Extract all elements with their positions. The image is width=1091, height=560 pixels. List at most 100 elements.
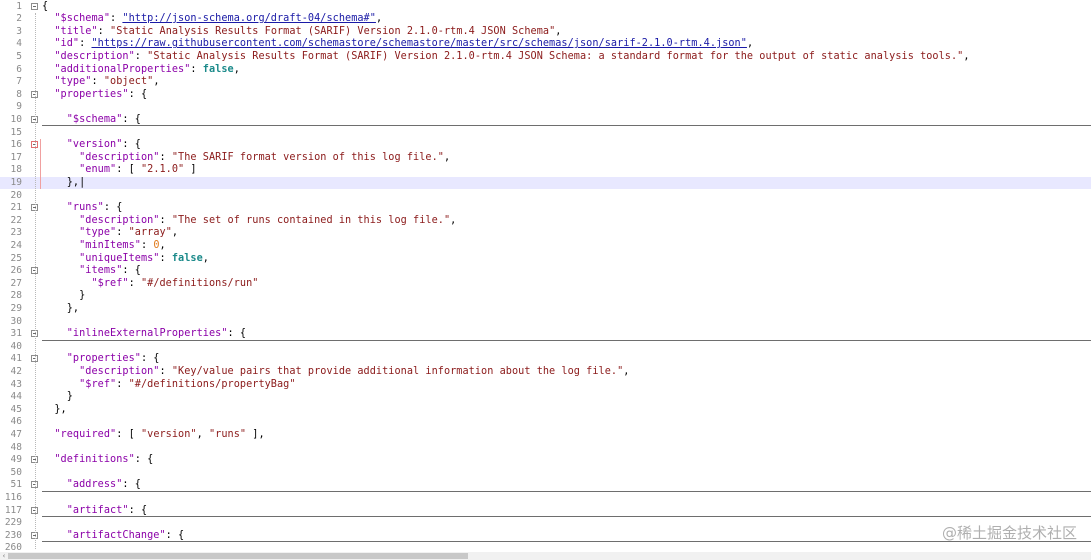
code-line[interactable]: 23 "type": "array", <box>0 227 1091 240</box>
code-line[interactable]: 8 "properties": { <box>0 89 1091 102</box>
line-number: 15 <box>10 126 22 138</box>
code-line[interactable]: 42 "description": "Key/value pairs that … <box>0 366 1091 379</box>
code-line[interactable]: 5 "description": "Static Analysis Result… <box>0 51 1091 64</box>
code-token: : [ <box>116 428 141 440</box>
code-line[interactable]: 29 }, <box>0 303 1091 316</box>
scroll-left-arrow-icon[interactable]: ‹ <box>0 552 8 560</box>
code-token: "description" <box>79 365 160 377</box>
code-token: "Static Analysis Results Format (SARIF) … <box>110 25 556 37</box>
line-number: 7 <box>16 76 22 88</box>
code-line[interactable]: 26 "items": { <box>0 265 1091 278</box>
code-line[interactable]: 51 "address": { <box>0 479 1091 492</box>
line-number: 24 <box>10 239 22 251</box>
code-line[interactable]: 28 } <box>0 290 1091 303</box>
code-text: "uniqueItems": false, <box>42 253 209 266</box>
code-token: "Key/value pairs that provide additional… <box>171 365 624 377</box>
code-line[interactable]: 117 "artifact": { <box>0 505 1091 518</box>
line-number: 22 <box>10 214 22 226</box>
code-line[interactable]: 19 },| <box>0 176 1091 190</box>
code-token: : <box>110 13 123 25</box>
code-token: ] <box>184 164 197 176</box>
code-line[interactable]: 44 } <box>0 391 1091 404</box>
code-token: : <box>140 239 154 251</box>
code-token: , <box>196 428 209 440</box>
code-line[interactable]: 40 <box>0 341 1091 354</box>
code-token[interactable]: "http://json-schema.org/draft-04/schema#… <box>122 13 376 24</box>
code-token: , <box>233 63 240 75</box>
code-line[interactable]: 20 <box>0 190 1091 203</box>
code-line[interactable]: 7 "type": "object", <box>0 76 1091 89</box>
code-line[interactable]: 18 "enum": [ "2.1.0" ] <box>0 164 1091 177</box>
code-token: : <box>159 365 172 377</box>
code-line[interactable]: 229 <box>0 517 1091 530</box>
code-line[interactable]: 41 "properties": { <box>0 353 1091 366</box>
code-line[interactable]: 2 "$schema": "http://json-schema.org/dra… <box>0 13 1091 26</box>
change-marker <box>40 139 41 190</box>
code-token: "additionalProperties" <box>54 63 191 75</box>
code-line[interactable]: 27 "$ref": "#/definitions/run" <box>0 278 1091 291</box>
code-token[interactable]: "https://raw.githubusercontent.com/schem… <box>91 38 746 49</box>
code-line[interactable]: 24 "minItems": 0, <box>0 240 1091 253</box>
code-token: false <box>202 63 234 75</box>
code-token: , <box>963 50 970 62</box>
code-line[interactable]: 31 "inlineExternalProperties": { <box>0 328 1091 341</box>
code-token: , <box>450 214 457 226</box>
watermark: @稀土掘金技术社区 <box>941 524 1077 542</box>
code-line[interactable]: 43 "$ref": "#/definitions/propertyBag" <box>0 379 1091 392</box>
code-token: : { <box>122 479 141 491</box>
code-line[interactable]: 4 "id": "https://raw.githubusercontent.c… <box>0 38 1091 51</box>
code-token: , <box>623 365 630 377</box>
code-token: "id" <box>54 38 80 50</box>
code-line[interactable]: 45 }, <box>0 404 1091 417</box>
code-line[interactable]: 230 "artifactChange": { <box>0 530 1091 543</box>
code-line[interactable]: 17 "description": "The SARIF format vers… <box>0 152 1091 165</box>
code-line[interactable]: 1{ <box>0 1 1091 14</box>
code-line[interactable]: 22 "description": "The set of runs conta… <box>0 215 1091 228</box>
code-line[interactable]: 3 "title": "Static Analysis Results Form… <box>0 26 1091 39</box>
code-token: "runs" <box>66 202 104 214</box>
line-number: 9 <box>16 101 22 113</box>
code-line[interactable]: 49 "definitions": { <box>0 454 1091 467</box>
line-number: 116 <box>4 491 22 503</box>
code-line[interactable]: 6 "additionalProperties": false, <box>0 64 1091 77</box>
code-line[interactable]: 25 "uniqueItems": false, <box>0 253 1091 266</box>
code-token: : <box>116 227 129 239</box>
code-line[interactable]: 15 <box>0 127 1091 140</box>
line-number: 48 <box>10 441 22 453</box>
code-token: : <box>97 25 111 37</box>
code-line[interactable]: 50 <box>0 467 1091 480</box>
code-line[interactable]: 21 "runs": { <box>0 202 1091 215</box>
line-number: 30 <box>10 315 22 327</box>
code-line[interactable]: 30 <box>0 316 1091 329</box>
code-token: "array" <box>128 227 172 239</box>
scrollbar-thumb[interactable] <box>8 553 468 559</box>
code-token: "$ref" <box>79 378 117 390</box>
code-line[interactable]: 48 <box>0 442 1091 455</box>
code-line[interactable]: 9 <box>0 101 1091 114</box>
horizontal-scrollbar[interactable]: ‹ <box>0 552 1091 560</box>
code-token: : { <box>122 139 141 151</box>
code-line[interactable]: 47 "required": [ "version", "runs" ], <box>0 429 1091 442</box>
code-token: "#/definitions/propertyBag" <box>128 378 296 390</box>
code-line[interactable]: 260 <box>0 542 1091 550</box>
code-line[interactable]: 116 <box>0 492 1091 505</box>
line-number: 21 <box>10 202 22 214</box>
code-text: "runs": { <box>42 202 123 215</box>
code-token: : <box>190 63 203 75</box>
code-token: "uniqueItems" <box>79 252 160 264</box>
fold-toggle-icon[interactable] <box>31 2 38 10</box>
code-editor[interactable]: 1{2 "$schema": "http://json-schema.org/d… <box>0 0 1091 550</box>
line-number: 3 <box>16 25 22 37</box>
code-line[interactable]: 10 "$schema": { <box>0 114 1091 127</box>
code-line[interactable]: 16 "version": { <box>0 139 1091 152</box>
line-number: 4 <box>16 38 22 50</box>
code-line[interactable]: 46 <box>0 416 1091 429</box>
code-token: } <box>42 290 86 302</box>
